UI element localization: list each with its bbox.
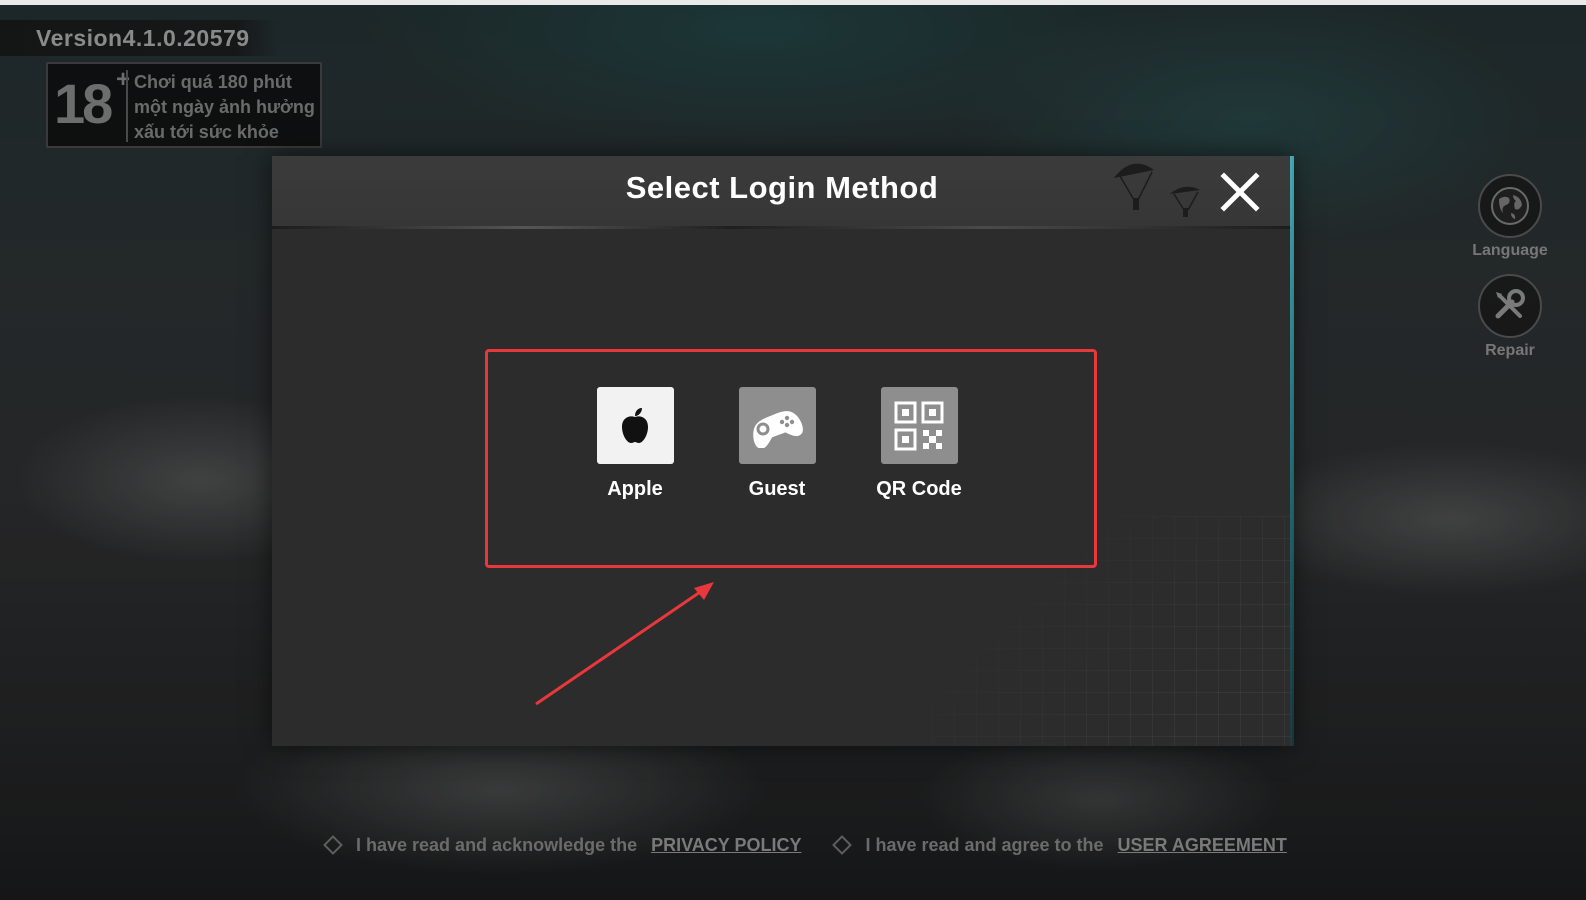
age-rating-number: 18 bbox=[54, 72, 113, 135]
annotation-arrow-icon bbox=[535, 582, 714, 706]
qr-code-login-button[interactable]: QR Code bbox=[869, 387, 969, 501]
repair-button[interactable]: Repair bbox=[1470, 274, 1550, 360]
language-button[interactable]: Language bbox=[1470, 174, 1550, 260]
agreement-text: I have read and agree to the bbox=[865, 834, 1104, 855]
version-label: Version4.1.0.20579 bbox=[0, 20, 278, 56]
guest-login-button[interactable]: Guest bbox=[727, 387, 827, 501]
apple-tile bbox=[596, 387, 674, 464]
dialog-header: Select Login Method bbox=[272, 156, 1292, 229]
apple-label: Apple bbox=[607, 478, 663, 500]
header-divider bbox=[272, 226, 1292, 229]
dialog-accent-edge bbox=[1290, 156, 1294, 746]
qr-code-tile bbox=[880, 387, 958, 464]
privacy-checkbox-icon[interactable] bbox=[323, 835, 343, 855]
age-warning-line: xấu tới sức khỏe bbox=[134, 122, 279, 142]
age-warning-text: Chơi quá 180 phút một ngày ảnh hưởng xấu… bbox=[134, 70, 324, 145]
repair-label: Repair bbox=[1485, 342, 1535, 359]
close-icon bbox=[1220, 172, 1260, 212]
top-strip bbox=[0, 0, 1586, 5]
guest-tile bbox=[738, 387, 816, 464]
age-divider bbox=[126, 70, 128, 142]
agreement-checkbox-icon[interactable] bbox=[832, 835, 853, 855]
age-warning-line: một ngày ảnh hưởng bbox=[134, 97, 315, 117]
qr-code-icon bbox=[894, 401, 944, 450]
age-rating-notice: 18 + Chơi quá 180 phút một ngày ảnh hưởn… bbox=[46, 62, 322, 148]
user-agreement-link[interactable]: USER AGREEMENT bbox=[1118, 835, 1287, 856]
gamepad-icon bbox=[753, 410, 803, 448]
close-button[interactable] bbox=[1216, 168, 1264, 216]
dialog-title: Select Login Method bbox=[625, 170, 939, 205]
privacy-policy-link[interactable]: PRIVACY POLICY bbox=[651, 835, 801, 856]
age-warning-line: Chơi quá 180 phút bbox=[134, 72, 292, 92]
language-label: Language bbox=[1472, 242, 1548, 259]
qr-code-label: QR Code bbox=[876, 478, 962, 500]
guest-label: Guest bbox=[748, 478, 806, 500]
apple-icon bbox=[622, 407, 648, 443]
wrench-screwdriver-icon bbox=[1478, 274, 1542, 338]
legal-footer: I have read and acknowledge the PRIVACY … bbox=[310, 826, 1290, 864]
privacy-text: I have read and acknowledge the bbox=[356, 834, 638, 855]
apple-login-button[interactable]: Apple bbox=[585, 387, 685, 501]
globe-icon bbox=[1478, 174, 1542, 238]
